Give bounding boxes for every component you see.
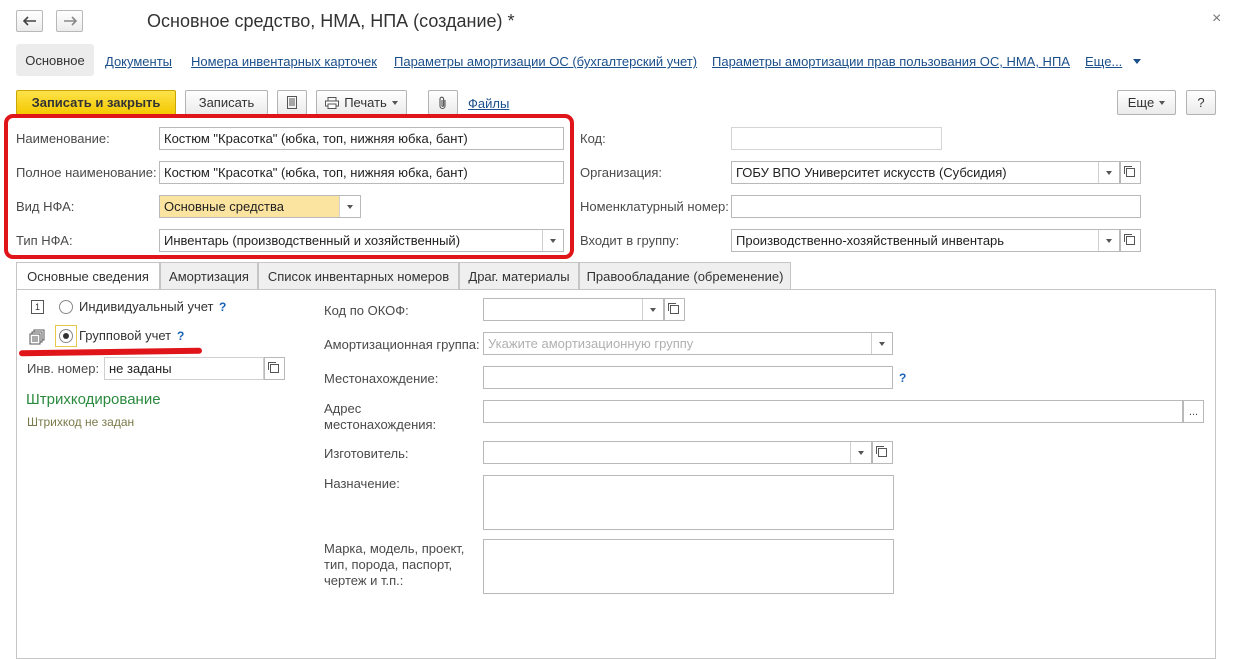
group-icon [29, 329, 45, 345]
group-label: Входит в группу: [580, 233, 680, 248]
group-help[interactable]: ? [177, 329, 184, 343]
print-label: Печать [344, 95, 387, 110]
brand-label-3: чертеж и т.п.: [324, 573, 404, 588]
okof-open-button[interactable] [664, 298, 685, 321]
printer-icon [325, 96, 340, 109]
code-input[interactable] [731, 127, 942, 150]
list-icon [287, 96, 297, 109]
individual-radio[interactable] [59, 300, 73, 314]
org-dropdown-button[interactable] [1098, 162, 1119, 183]
address-label-2: местонахождения: [324, 417, 437, 432]
nav-link-inventory-cards[interactable]: Номера инвентарных карточек [191, 54, 377, 69]
tab-inventory-numbers[interactable]: Список инвентарных номеров [258, 262, 459, 289]
barcode-status: Штрихкод не задан [27, 415, 135, 429]
amort-dropdown-button[interactable] [871, 333, 892, 354]
open-form-icon [1124, 166, 1135, 177]
attach-button[interactable] [428, 90, 458, 115]
inv-open-button[interactable] [264, 357, 285, 380]
group-open-button[interactable] [1120, 229, 1141, 252]
address-input[interactable] [483, 400, 1183, 423]
group-label[interactable]: Групповой учет [79, 328, 171, 343]
list-button[interactable] [277, 90, 307, 115]
maker-label: Изготовитель: [324, 446, 409, 461]
nomen-label: Номенклатурный номер: [580, 199, 729, 214]
close-icon[interactable]: × [1212, 10, 1221, 28]
more-label: Еще [1127, 95, 1155, 110]
nav-link-more[interactable]: Еще... [1085, 54, 1122, 69]
individual-help[interactable]: ? [219, 300, 226, 314]
maker-select[interactable] [483, 441, 872, 464]
tab-precious-materials[interactable]: Драг. материалы [459, 262, 579, 289]
brand-label-2: тип, порода, паспорт, [324, 557, 453, 572]
address-label-1: Адрес [324, 401, 362, 416]
tab-rights[interactable]: Правообладание (обременение) [579, 262, 791, 289]
save-button[interactable]: Записать [185, 90, 268, 115]
inv-input[interactable]: не заданы [104, 357, 264, 380]
print-button[interactable]: Печать [316, 90, 407, 115]
chevron-down-icon [1133, 59, 1141, 64]
address-select-button[interactable]: ... [1183, 400, 1204, 423]
chevron-down-icon [650, 307, 656, 312]
location-help[interactable]: ? [899, 371, 906, 385]
open-form-icon [876, 446, 887, 457]
open-form-icon [668, 303, 679, 314]
group-value: Производственно-хозяйственный инвентарь [736, 233, 1005, 248]
nav-more-label: Еще... [1085, 54, 1123, 69]
okof-select[interactable] [483, 298, 664, 321]
inv-label: Инв. номер: [27, 361, 100, 376]
chevron-down-icon [1159, 100, 1166, 105]
brand-label-1: Марка, модель, проект, [324, 541, 465, 556]
group-dropdown-button[interactable] [1098, 230, 1119, 251]
chevron-down-icon [879, 341, 885, 346]
individual-label[interactable]: Индивидуальный учет [79, 299, 214, 314]
open-form-icon [1124, 234, 1135, 245]
org-value: ГОБУ ВПО Университет искусств (Субсидия) [736, 165, 1007, 180]
back-button[interactable] [16, 10, 43, 32]
amort-placeholder: Укажите амортизационную группу [488, 336, 694, 351]
amort-label: Амортизационная группа: [324, 337, 480, 352]
maker-dropdown-button[interactable] [850, 442, 871, 463]
org-select[interactable]: ГОБУ ВПО Университет искусств (Субсидия) [731, 161, 1120, 184]
location-input[interactable] [483, 366, 893, 389]
org-open-button[interactable] [1120, 161, 1141, 184]
purpose-label: Назначение: [324, 476, 400, 491]
files-link[interactable]: Файлы [468, 96, 509, 111]
help-button[interactable]: ? [1186, 90, 1216, 115]
nav-item-main[interactable]: Основное [16, 44, 94, 76]
maker-open-button[interactable] [872, 441, 893, 464]
chevron-down-icon [858, 450, 864, 455]
nav-link-documents[interactable]: Документы [105, 54, 172, 69]
brand-textarea[interactable] [483, 539, 894, 594]
highlight-frame [4, 114, 574, 259]
org-label: Организация: [580, 165, 663, 180]
nav-link-depreciation-rights[interactable]: Параметры амортизации прав пользования О… [712, 54, 1070, 69]
more-button[interactable]: Еще [1117, 90, 1176, 115]
nomen-input[interactable] [731, 195, 1141, 218]
amort-select[interactable]: Укажите амортизационную группу [483, 332, 893, 355]
nav-link-depreciation-os[interactable]: Параметры амортизации ОС (бухгалтерский … [394, 54, 697, 69]
chevron-down-icon [1106, 238, 1112, 243]
chevron-down-icon [1106, 170, 1112, 175]
forward-button[interactable] [56, 10, 83, 32]
barcode-title[interactable]: Штрихкодирование [26, 391, 161, 408]
arrow-left-icon [22, 16, 36, 26]
code-label: Код: [580, 131, 606, 146]
paperclip-icon [439, 96, 446, 109]
group-select[interactable]: Производственно-хозяйственный инвентарь [731, 229, 1120, 252]
tab-depreciation[interactable]: Амортизация [160, 262, 258, 289]
okof-dropdown-button[interactable] [642, 299, 663, 320]
group-radio[interactable] [59, 329, 73, 343]
location-label: Местонахождение: [324, 371, 439, 386]
okof-label: Код по ОКОФ: [324, 303, 409, 318]
chevron-down-icon [391, 100, 398, 105]
open-form-icon [268, 362, 279, 373]
tab-main-info[interactable]: Основные сведения [16, 262, 160, 290]
page-title: Основное средство, НМА, НПА (создание) * [147, 11, 515, 31]
purpose-textarea[interactable] [483, 475, 894, 530]
arrow-right-icon [63, 16, 77, 26]
save-and-close-button[interactable]: Записать и закрыть [16, 90, 176, 115]
individual-icon: 1 [31, 300, 44, 314]
